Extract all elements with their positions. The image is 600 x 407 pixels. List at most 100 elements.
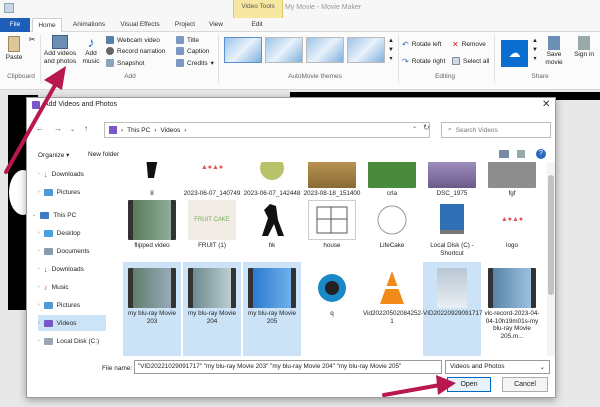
file-item[interactable]: hk (243, 200, 301, 250)
tab-file[interactable]: File (0, 18, 30, 32)
save-movie-icon (548, 36, 560, 50)
file-item[interactable]: q (303, 268, 361, 318)
file-item[interactable]: ▲●▲● 2023-06-07_140749 (183, 162, 241, 198)
nav-videos[interactable]: › Videos (38, 315, 106, 331)
snapshot-label: Snapshot (117, 59, 145, 67)
snapshot-button[interactable]: Snapshot (106, 59, 144, 67)
nav-downloads-2[interactable]: › ↓ Downloads (38, 261, 118, 277)
credits-button[interactable]: Credits ▾ (176, 59, 214, 67)
file-name: flipped video (134, 242, 170, 249)
file-item[interactable]: flipped video (123, 200, 181, 250)
close-icon[interactable]: ✕ (542, 99, 550, 110)
image-thumbnail (368, 162, 416, 188)
help-icon[interactable]: ? (536, 149, 546, 159)
theme-thumbnail[interactable] (265, 37, 303, 63)
file-name: 2023-06-07_140749 (183, 190, 241, 197)
theme-thumbnail[interactable] (347, 37, 385, 63)
image-thumbnail (128, 162, 176, 188)
video-tools-label: Video Tools (241, 3, 275, 10)
file-type-select[interactable]: Videos and Photos ⌄ (445, 360, 550, 374)
nav-music[interactable]: › ♪ Music (38, 279, 118, 295)
file-item[interactable]: LifeCake (363, 200, 421, 250)
tab-animations[interactable]: Animations (68, 18, 110, 32)
nav-pictures-2[interactable]: › Pictures (38, 297, 118, 313)
select-all-button[interactable]: Select all (452, 57, 489, 65)
search-input[interactable]: ⌕ Search Videos (441, 122, 551, 138)
breadcrumb-this-pc[interactable]: This PC (127, 127, 150, 134)
file-list: 8 ▲●▲● 2023-06-07_140749 2023-06-07_14244… (121, 162, 546, 357)
video-thumbnail (248, 268, 296, 308)
videos-folder-icon (109, 126, 117, 134)
nav-this-pc[interactable]: ⌄ This PC (32, 207, 112, 223)
tab-home[interactable]: Home (32, 18, 62, 33)
preview-pane-icon[interactable] (517, 150, 525, 158)
image-thumbnail (368, 200, 416, 240)
file-item-selected[interactable]: VID20220929091717 (423, 262, 483, 356)
theme-thumbnail[interactable] (306, 37, 344, 63)
rotate-left-button[interactable]: ↶ Rotate left (402, 40, 441, 49)
cancel-button[interactable]: Cancel (502, 377, 548, 392)
divider (218, 35, 219, 83)
breadcrumb-videos[interactable]: Videos (160, 127, 180, 134)
group-share-label: Share (531, 73, 549, 80)
sign-in-button[interactable]: Sign in (572, 36, 596, 59)
address-bar[interactable]: › This PC › Videos › (104, 122, 430, 138)
webcam-icon (106, 36, 114, 44)
record-narration-button[interactable]: Record narration (106, 47, 165, 55)
caption-icon (176, 47, 184, 55)
themes-scroll[interactable]: ▲ ▼ ▾ (387, 37, 395, 64)
nav-desktop[interactable]: › Desktop (38, 225, 118, 241)
scrollbar-thumb[interactable] (548, 175, 554, 295)
tab-view[interactable]: View (204, 18, 228, 32)
file-name: DSC_1975 (436, 190, 468, 197)
camera-icon (106, 59, 114, 67)
file-item[interactable]: 2023-06-07_142448 (243, 162, 301, 198)
onedrive-icon[interactable]: ☁ (501, 40, 528, 67)
tab-edit[interactable]: Edit (240, 18, 274, 32)
desktop-icon (43, 229, 53, 237)
file-name: q (330, 310, 334, 317)
tab-visual-effects[interactable]: Visual Effects (115, 18, 165, 32)
share-scroll[interactable]: ▲ ▼ ▾ (531, 37, 539, 64)
save-movie-button[interactable]: Save movie (542, 36, 566, 66)
file-item-selected[interactable]: my blu-ray Movie 203 (123, 262, 181, 356)
remove-label: Remove (461, 41, 486, 48)
file-item[interactable]: Vid20220502084252-1 (363, 268, 423, 325)
file-item[interactable]: house (303, 200, 361, 250)
webcam-video-button[interactable]: Webcam video (106, 36, 160, 44)
new-folder-button[interactable]: New folder (88, 151, 119, 158)
theme-thumbnail[interactable] (224, 37, 262, 63)
view-options-icon[interactable] (499, 150, 509, 158)
nav-pictures[interactable]: › Pictures (38, 184, 118, 200)
tab-project[interactable]: Project (170, 18, 200, 32)
cut-icon[interactable]: ✂ (28, 36, 36, 44)
remove-button[interactable]: ✕ Remove (452, 40, 486, 49)
file-item[interactable]: Local Disk (C) - Shortcut (423, 200, 481, 257)
search-icon: ⌕ (448, 126, 452, 133)
file-item[interactable]: crla (363, 162, 421, 198)
music-icon: ♪ (43, 282, 48, 292)
refresh-icon[interactable]: ↻ (423, 123, 430, 132)
nav-documents[interactable]: › Documents (38, 243, 118, 259)
address-dropdown-icon[interactable]: ⌄ (412, 123, 417, 130)
file-item-selected[interactable]: my blu-ray Movie 205 (243, 262, 301, 356)
title-label: Title (187, 36, 200, 44)
paste-button[interactable]: Paste (3, 36, 25, 62)
nav-local-disk[interactable]: › Local Disk (C:) (38, 333, 118, 349)
file-item[interactable]: ▲●▲● logo (483, 200, 541, 250)
caption-button[interactable]: Caption (176, 47, 209, 55)
file-item[interactable]: fgf (483, 162, 541, 198)
file-item[interactable]: vlc-record-2023-04-04-10h19m01s-my blu-r… (483, 268, 541, 340)
file-item-selected[interactable]: my blu-ray Movie 204 (183, 262, 241, 356)
nav-label: Music (51, 283, 69, 291)
title-button[interactable]: Title (176, 36, 199, 44)
file-item[interactable]: DSC_1975 (423, 162, 481, 198)
file-item[interactable]: 8 (123, 162, 181, 198)
rotate-right-button[interactable]: ↷ Rotate right (402, 57, 445, 66)
file-item[interactable]: 2023-08-18_151400 (303, 162, 361, 198)
file-name: fgf (508, 190, 516, 197)
search-placeholder: Search Videos (455, 126, 498, 134)
nav-label: Desktop (56, 229, 81, 237)
rotate-left-label: Rotate left (411, 41, 442, 48)
file-item[interactable]: FRUIT CAKE FRUIT (1) (183, 200, 241, 250)
